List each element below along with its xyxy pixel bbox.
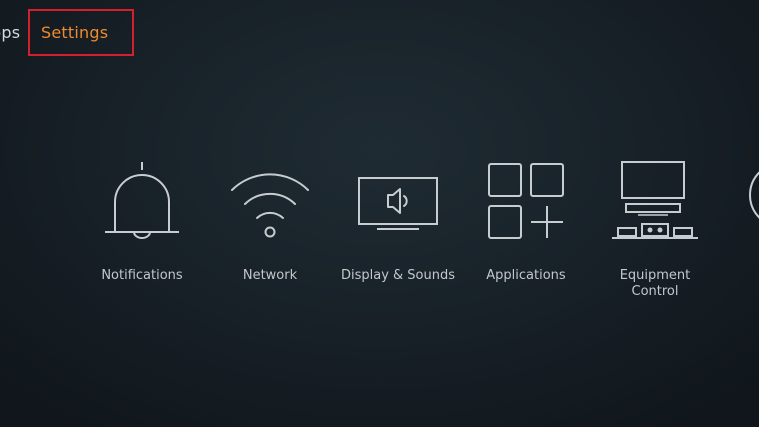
apps-grid-icon: [456, 158, 596, 248]
tile-notifications[interactable]: Notifications: [72, 150, 212, 310]
settings-tiles-row: Notifications Network Display & Sounds A…: [0, 150, 759, 320]
nav-item-apps[interactable]: pps: [0, 23, 20, 42]
equipment-icon: [585, 158, 725, 248]
tile-network[interactable]: Network: [200, 150, 340, 310]
settings-highlight-box: [28, 9, 134, 56]
partial-tile-icon[interactable]: [746, 160, 759, 230]
tile-equipment-control[interactable]: Equipment Control: [585, 150, 725, 310]
top-navigation: pps Settings: [0, 0, 759, 70]
tile-label: Equipment Control: [619, 268, 691, 299]
tv-speaker-icon: [328, 158, 468, 248]
bell-icon: [72, 158, 212, 248]
tile-display-sounds[interactable]: Display & Sounds: [328, 150, 468, 310]
wifi-icon: [200, 158, 340, 248]
